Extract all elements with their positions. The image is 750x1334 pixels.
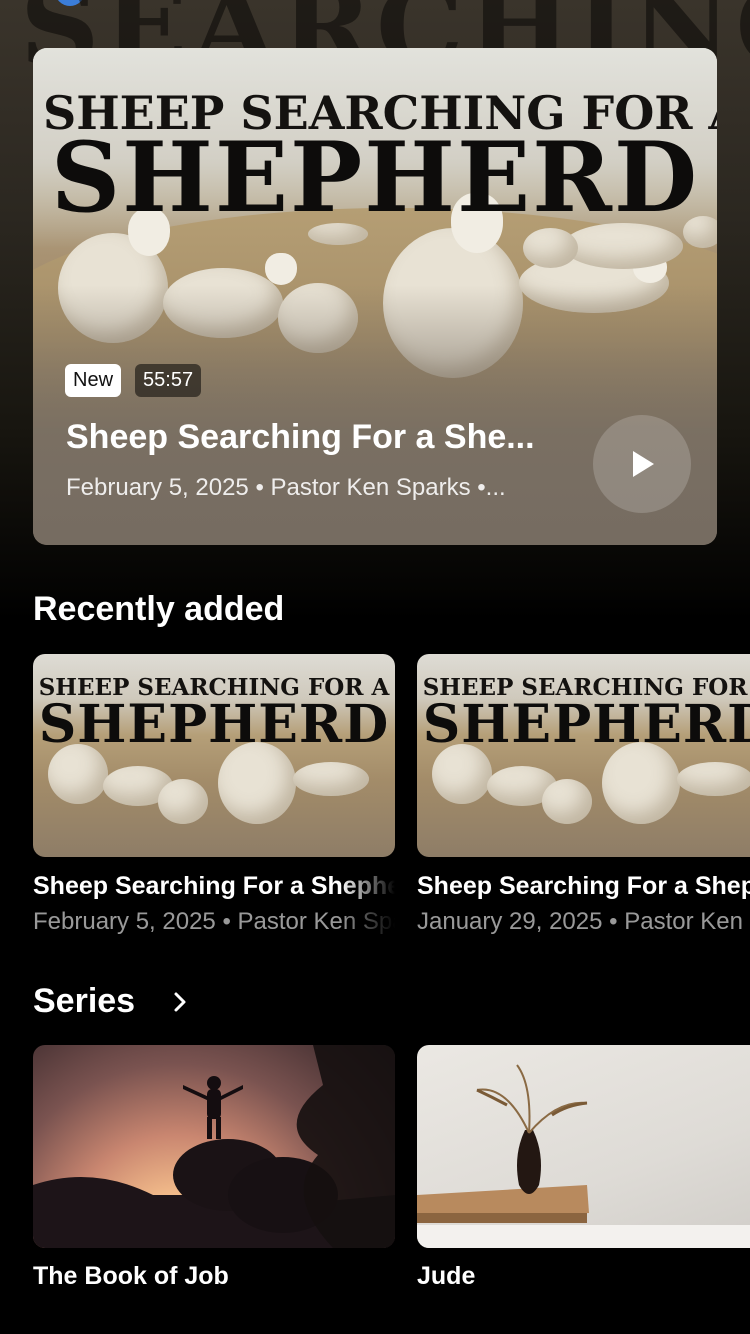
sheep-illustration xyxy=(293,762,369,796)
hero-sermon-title: Sheep Searching For a She... xyxy=(66,418,535,456)
thumbnail-title-big: SHEPHERD xyxy=(422,694,750,755)
duration-badge: 55:57 xyxy=(135,364,202,397)
recent-sermon-title[interactable]: Sheep Searching For a Shepherd xyxy=(417,872,750,901)
series-see-all[interactable] xyxy=(170,990,190,1019)
series-title-jude[interactable]: Jude xyxy=(417,1262,475,1291)
recently-added-heading: Recently added xyxy=(33,590,285,628)
series-heading[interactable]: Series xyxy=(33,982,135,1021)
job-silhouette-artwork xyxy=(33,1045,395,1248)
recent-sermon-thumbnail[interactable]: SHEEP SEARCHING FOR A SHEPHERD xyxy=(417,654,750,857)
thumbnail-title-big: SHEPHERD xyxy=(38,694,390,755)
jude-vase-artwork xyxy=(417,1064,750,1248)
recent-sermon-title[interactable]: Sheep Searching For a Shepherd xyxy=(33,872,395,901)
recent-sermon-meta: January 29, 2025 • Pastor Ken Sparks xyxy=(417,908,750,935)
hero-overlay xyxy=(33,285,717,545)
play-button[interactable] xyxy=(593,415,691,513)
new-badge: New xyxy=(65,364,122,397)
sheep-head xyxy=(265,253,297,285)
featured-sermon-card[interactable]: SHEEP SEARCHING FOR A SHEPHERD New 55:57… xyxy=(33,48,717,545)
sheep-illustration xyxy=(523,228,578,268)
series-title-job[interactable]: The Book of Job xyxy=(33,1262,229,1291)
hero-sermon-meta: February 5, 2025 • Pastor Ken Sparks •..… xyxy=(66,474,506,501)
sheep-illustration xyxy=(158,779,208,824)
series-card-job[interactable] xyxy=(33,1045,395,1248)
play-icon xyxy=(633,451,654,477)
sheep-illustration xyxy=(542,779,592,824)
hero-badges: New 55:57 xyxy=(65,364,202,397)
recent-sermon-meta: February 5, 2025 • Pastor Ken Sparks xyxy=(33,908,395,935)
sheep-illustration xyxy=(677,762,750,796)
series-card-jude[interactable] xyxy=(417,1045,750,1248)
chevron-right-icon xyxy=(174,992,186,1012)
hero-image-title-big: SHEPHERD xyxy=(50,121,700,234)
recent-sermon-thumbnail[interactable]: SHEEP SEARCHING FOR A SHEPHERD xyxy=(33,654,395,857)
